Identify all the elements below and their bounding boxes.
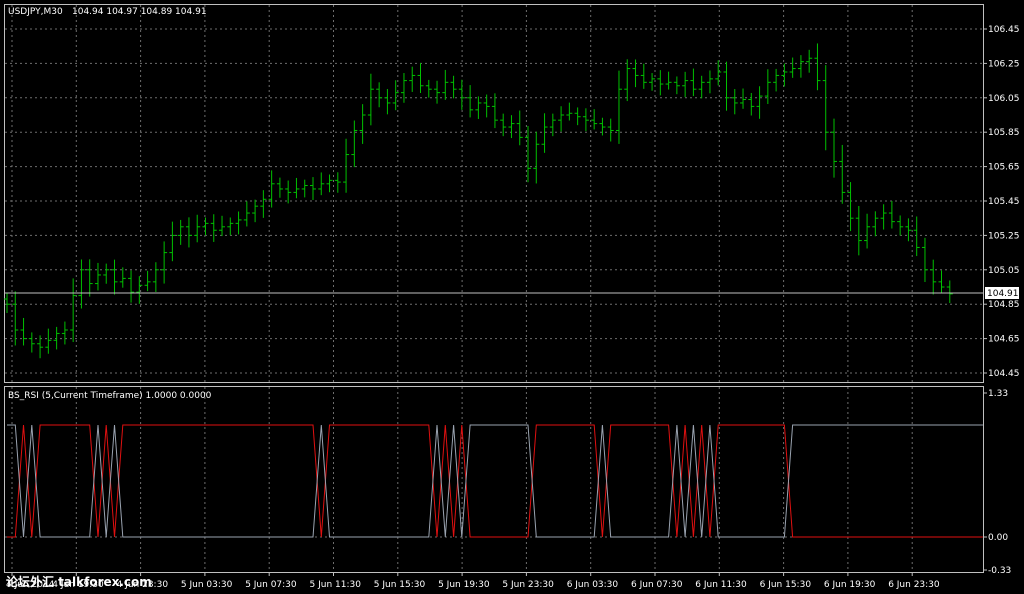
price-tick-label: 106.25 <box>988 59 1020 69</box>
time-tick-label: 6 Jun 07:30 <box>631 580 683 590</box>
grid-lines <box>5 5 983 572</box>
symbol-label: USDJPY,M30 <box>8 7 63 17</box>
time-tick-label: 6 Jun 03:30 <box>567 580 619 590</box>
time-tick-label: 5 Jun 07:30 <box>245 580 297 590</box>
time-tick-label: 5 Jun 11:30 <box>310 580 362 590</box>
time-tick-label: 6 Jun 19:30 <box>824 580 876 590</box>
indicator-axis: 1.33 0.00 -0.33 <box>983 389 1011 576</box>
time-tick-label: 6 Jun 11:30 <box>695 580 747 590</box>
indicator-tick-label: -0.33 <box>988 566 1011 576</box>
indicator-frame <box>4 386 984 573</box>
time-tick-label: 5 Jun 19:30 <box>438 580 490 590</box>
price-tick-label: 105.45 <box>988 197 1020 207</box>
rsi-lines <box>7 424 983 538</box>
time-tick-label: 5 Jun 15:30 <box>374 580 426 590</box>
main-chart-frame <box>4 4 984 383</box>
price-tick-label: 105.05 <box>988 266 1020 276</box>
price-tick-label: 105.65 <box>988 163 1020 173</box>
time-tick-label: 6 Jun 23:30 <box>888 580 940 590</box>
time-tick-label: 5 Jun 23:30 <box>502 580 554 590</box>
time-tick-label: 6 Jun 15:30 <box>760 580 812 590</box>
indicator-tick-label: 0.00 <box>988 533 1008 543</box>
current-price-label: 104.91 <box>987 289 1019 299</box>
price-tick-label: 104.85 <box>988 300 1020 310</box>
chart-canvas[interactable]: 106.45 106.25 106.05 105.85 105.65 105.45 105.… <box>0 0 1024 594</box>
ohlc-values-label: 104.94 104.97 104.89 104.91 <box>72 7 207 17</box>
price-tick-label: 104.65 <box>988 335 1020 345</box>
indicator-label: BS_RSI (5,Current Timeframe) 1.0000 0.00… <box>8 391 212 401</box>
price-tick-label: 106.45 <box>988 25 1020 35</box>
price-axis: 106.45 106.25 106.05 105.85 105.65 105.45 105.… <box>983 25 1020 379</box>
price-tick-label: 104.45 <box>988 369 1020 379</box>
price-tick-label: 105.25 <box>988 231 1020 241</box>
rsi-series-line <box>7 424 983 538</box>
rsi-series-line <box>7 424 983 538</box>
price-tick-label: 106.05 <box>988 94 1020 104</box>
price-tick-label: 105.85 <box>988 128 1020 138</box>
indicator-tick-label: 1.33 <box>988 389 1008 399</box>
time-tick-label: 5 Jun 03:30 <box>181 580 233 590</box>
watermark: 论坛外汇 talkforex.com <box>6 574 152 589</box>
